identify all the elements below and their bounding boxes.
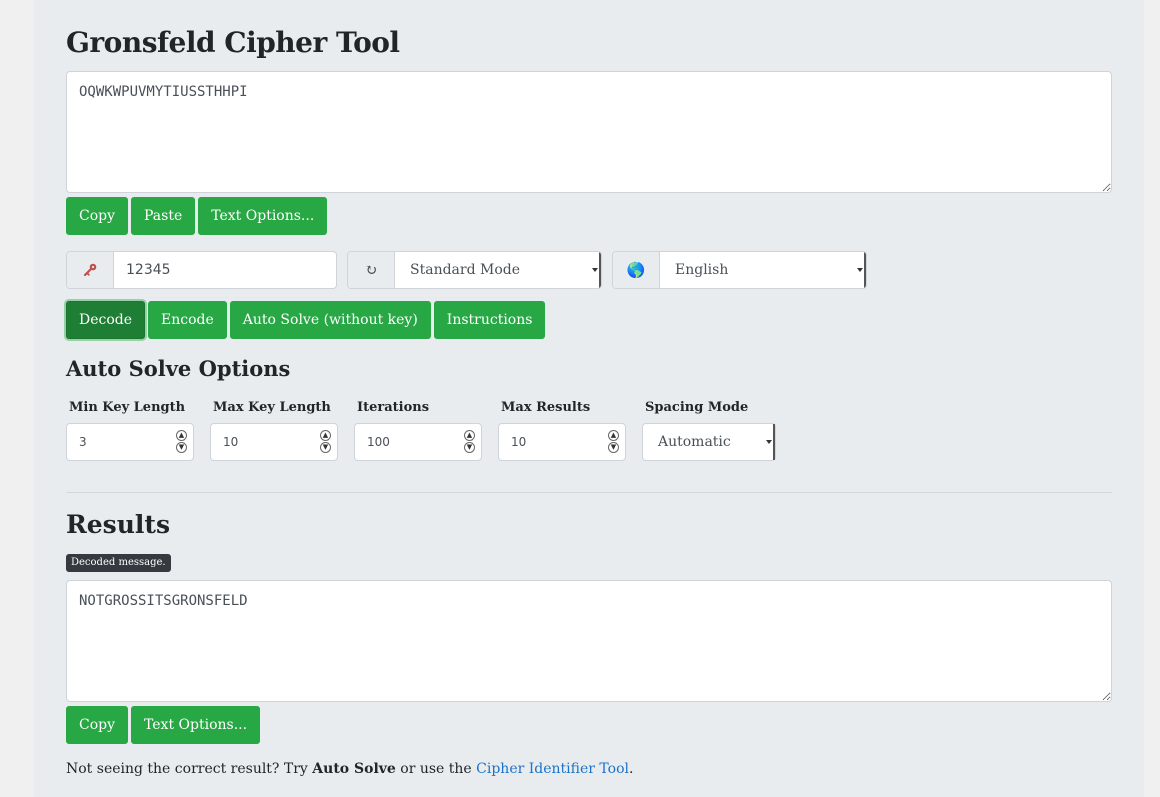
max-results-option: Max Results 10 ▲ ▼ bbox=[498, 400, 626, 461]
spin-up-icon[interactable]: ▲ bbox=[608, 430, 619, 441]
select-edge bbox=[773, 424, 775, 460]
caret-down-icon bbox=[857, 268, 863, 272]
iterations-value: 100 bbox=[367, 435, 390, 449]
result-text-options-button[interactable]: Text Options... bbox=[131, 706, 261, 744]
cipher-identifier-link[interactable]: Cipher Identifier Tool bbox=[476, 761, 629, 777]
footnote-prefix: Not seeing the correct result? Try bbox=[66, 761, 313, 777]
language-select-value: English bbox=[675, 262, 729, 278]
footnote-auto-solve: Auto Solve bbox=[312, 761, 396, 777]
spin-up-icon[interactable]: ▲ bbox=[176, 430, 187, 441]
caret-down-icon bbox=[592, 268, 598, 272]
paste-button[interactable]: Paste bbox=[131, 197, 196, 235]
iterations-option: Iterations 100 ▲ ▼ bbox=[354, 400, 482, 461]
action-button-row: Decode Encode Auto Solve (without key) I… bbox=[66, 301, 546, 339]
spin-down-icon[interactable]: ▼ bbox=[608, 442, 619, 453]
max-key-length-option: Max Key Length 10 ▲ ▼ bbox=[210, 400, 338, 461]
mode-select-group: ↻ Standard Mode bbox=[347, 251, 602, 289]
page-title: Gronsfeld Cipher Tool bbox=[66, 26, 400, 59]
spacing-mode-option: Spacing Mode Automatic bbox=[642, 400, 782, 461]
max-results-value: 10 bbox=[511, 435, 527, 449]
decode-button[interactable]: Decode bbox=[66, 301, 146, 339]
result-button-row: Copy Text Options... bbox=[66, 706, 261, 744]
spin-up-icon[interactable]: ▲ bbox=[464, 430, 475, 441]
caret-down-icon bbox=[766, 440, 772, 444]
number-spinner[interactable]: ▲ ▼ bbox=[608, 430, 619, 453]
max-results-input[interactable]: 10 ▲ ▼ bbox=[498, 423, 626, 461]
key-icon bbox=[67, 252, 114, 288]
cipher-input-textarea[interactable]: OQWKWPUVMYTIUSSTHHPI bbox=[66, 71, 1112, 193]
iterations-input[interactable]: 100 ▲ ▼ bbox=[354, 423, 482, 461]
input-button-row: Copy Paste Text Options... bbox=[66, 197, 328, 235]
auto-solve-button[interactable]: Auto Solve (without key) bbox=[229, 301, 431, 339]
select-edge bbox=[864, 252, 866, 288]
spacing-mode-value: Automatic bbox=[658, 434, 731, 450]
select-edge bbox=[599, 252, 601, 288]
footnote-suffix: . bbox=[629, 761, 634, 777]
instructions-button[interactable]: Instructions bbox=[433, 301, 546, 339]
section-divider bbox=[66, 492, 1112, 493]
refresh-icon: ↻ bbox=[348, 252, 395, 288]
globe-icon: 🌎 bbox=[613, 252, 660, 288]
iterations-label: Iterations bbox=[357, 400, 430, 415]
encode-button[interactable]: Encode bbox=[148, 301, 227, 339]
main-panel: Gronsfeld Cipher Tool OQWKWPUVMYTIUSSTHH… bbox=[34, 0, 1144, 797]
copy-result-button[interactable]: Copy bbox=[66, 706, 129, 744]
min-key-length-value: 3 bbox=[79, 435, 87, 449]
min-key-length-input[interactable]: 3 ▲ ▼ bbox=[66, 423, 194, 461]
max-results-label: Max Results bbox=[501, 400, 591, 415]
spin-down-icon[interactable]: ▼ bbox=[176, 442, 187, 453]
language-select[interactable]: English bbox=[660, 252, 866, 288]
mode-select-value: Standard Mode bbox=[410, 262, 521, 278]
spacing-mode-label: Spacing Mode bbox=[645, 400, 749, 415]
min-key-length-option: Min Key Length 3 ▲ ▼ bbox=[66, 400, 194, 461]
max-key-length-value: 10 bbox=[223, 435, 239, 449]
decoded-badge: Decoded message. bbox=[66, 554, 171, 572]
max-key-length-input[interactable]: 10 ▲ ▼ bbox=[210, 423, 338, 461]
copy-input-button[interactable]: Copy bbox=[66, 197, 129, 235]
footnote: Not seeing the correct result? Try Auto … bbox=[66, 761, 633, 777]
number-spinner[interactable]: ▲ ▼ bbox=[320, 430, 331, 453]
max-key-length-label: Max Key Length bbox=[213, 400, 331, 415]
auto-solve-heading: Auto Solve Options bbox=[66, 356, 291, 381]
number-spinner[interactable]: ▲ ▼ bbox=[176, 430, 187, 453]
result-output-textarea[interactable]: NOTGROSSITSGRONSFELD bbox=[66, 580, 1112, 702]
min-key-length-label: Min Key Length bbox=[69, 400, 186, 415]
language-select-group: 🌎 English bbox=[612, 251, 867, 289]
spin-up-icon[interactable]: ▲ bbox=[320, 430, 331, 441]
key-input-group: 12345 bbox=[66, 251, 337, 289]
spin-down-icon[interactable]: ▼ bbox=[320, 442, 331, 453]
mode-select[interactable]: Standard Mode bbox=[395, 252, 601, 288]
number-spinner[interactable]: ▲ ▼ bbox=[464, 430, 475, 453]
key-input[interactable]: 12345 bbox=[114, 252, 336, 288]
spacing-mode-select[interactable]: Automatic bbox=[642, 423, 776, 461]
footnote-middle: or use the bbox=[395, 761, 477, 777]
text-options-button[interactable]: Text Options... bbox=[198, 197, 328, 235]
results-heading: Results bbox=[66, 510, 171, 539]
spin-down-icon[interactable]: ▼ bbox=[464, 442, 475, 453]
